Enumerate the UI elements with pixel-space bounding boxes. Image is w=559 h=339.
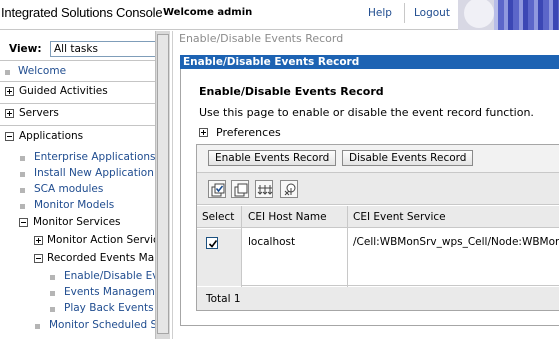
welcome-user: Welcome admin — [163, 7, 253, 18]
view-select[interactable]: All tasks — [50, 41, 155, 57]
pane-divider[interactable] — [172, 31, 173, 339]
collapse-icon[interactable] — [19, 218, 28, 227]
preferences-label: Preferences — [216, 126, 281, 139]
top-banner: Integrated Solutions Console Welcome adm… — [0, 0, 559, 30]
nav-scrollbar-thumb[interactable] — [157, 34, 169, 334]
row-select-checkbox[interactable] — [206, 237, 218, 249]
deselect-all-icon[interactable] — [231, 180, 249, 198]
cell-event-service: /Cell:WBMonSrv_wps_Cell/Node:WBMonSrv_wp… — [353, 236, 559, 248]
bullet-icon — [20, 188, 25, 193]
console-title: Integrated Solutions Console — [1, 5, 163, 20]
bullet-icon — [20, 204, 25, 209]
table-header: Select CEI Host Name CEI Event Service — [197, 206, 559, 228]
expand-icon[interactable] — [34, 236, 43, 245]
page-title: Enable/Disable Events Record — [199, 85, 384, 98]
nav-scrollbar[interactable] — [155, 31, 170, 339]
nav-divider — [0, 125, 155, 126]
select-cell — [197, 229, 241, 286]
column-header-select: Select — [202, 211, 235, 223]
expand-icon[interactable] — [5, 109, 14, 118]
column-header-cei-host-name[interactable]: CEI Host Name — [248, 206, 327, 228]
bullet-icon — [50, 291, 55, 296]
portlet-title-bar: Enable/Disable Events Record — [180, 55, 559, 69]
disable-events-record-button[interactable]: Disable Events Record — [342, 150, 474, 166]
breadcrumb: Enable/Disable Events Record — [179, 32, 344, 45]
collapse-icon[interactable] — [5, 132, 14, 141]
banner-graphic — [458, 0, 559, 30]
table-footer: Total 1 — [197, 287, 559, 310]
help-link[interactable]: Help — [368, 7, 392, 19]
enable-events-record-button[interactable]: Enable Events Record — [208, 150, 337, 166]
button-bar: Enable Events Record Disable Events Reco… — [197, 145, 559, 173]
cell-host-name: localhost — [248, 236, 296, 248]
nav-divider — [0, 81, 155, 82]
column-divider — [241, 206, 242, 288]
column-divider — [347, 206, 348, 288]
row-count: Total 1 — [206, 293, 241, 305]
bullet-icon — [35, 324, 40, 329]
view-label: View: — [9, 43, 42, 55]
bullet-icon — [20, 172, 25, 177]
show-filter-icon[interactable] — [255, 180, 273, 198]
table-row: localhost /Cell:WBMonSrv_wps_Cell/Node:W… — [197, 229, 559, 286]
bullet-icon — [5, 70, 10, 75]
page-description: Use this page to enable or disable the e… — [199, 106, 534, 119]
bullet-icon — [50, 275, 55, 280]
main-horizontal-scroll-area — [180, 326, 559, 339]
bullet-icon — [50, 307, 55, 312]
nav-divider — [0, 103, 155, 104]
clear-filter-icon[interactable] — [280, 180, 298, 198]
events-table: Enable Events Record Disable Events Reco… — [196, 144, 559, 311]
bullet-icon — [20, 156, 25, 161]
select-all-icon[interactable] — [208, 180, 226, 198]
view-filter: View: All tasks — [0, 38, 155, 58]
column-header-cei-event-service[interactable]: CEI Event Service — [353, 206, 446, 228]
header-divider — [404, 3, 405, 23]
logout-link[interactable]: Logout — [414, 7, 450, 19]
expand-icon[interactable] — [199, 128, 208, 137]
navigation-panel: View: All tasks Welcome Guided Activitie… — [0, 31, 170, 339]
table-toolbar — [197, 173, 559, 205]
collapse-icon[interactable] — [34, 254, 43, 263]
expand-icon[interactable] — [5, 87, 14, 96]
nav-divider — [0, 60, 155, 61]
